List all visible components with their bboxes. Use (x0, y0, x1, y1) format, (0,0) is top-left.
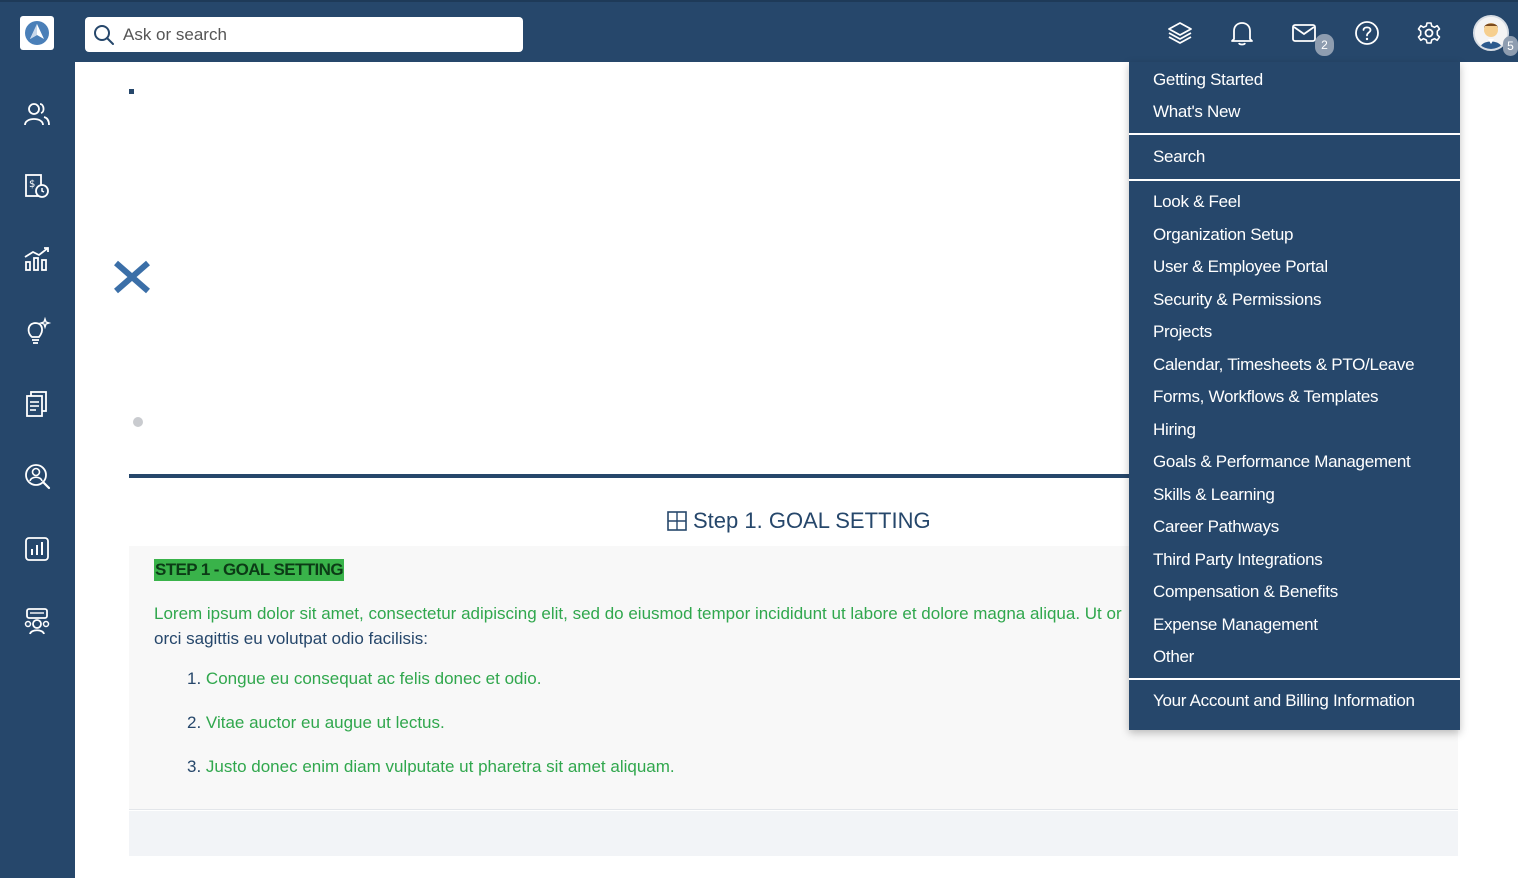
settings-button[interactable] (1414, 16, 1444, 50)
notifications-button[interactable] (1227, 16, 1257, 50)
menu-item-search[interactable]: Search (1153, 147, 1205, 167)
list-item: 1. Congue eu consequat ac felis donec et… (187, 669, 542, 688)
expense-report-icon: $ (25, 174, 49, 198)
menu-item-compensation-benefits[interactable]: Compensation & Benefits (1153, 582, 1338, 602)
sidebar: $ (0, 62, 75, 878)
help-dropdown-menu: Getting Started What's New Search Look &… (1129, 62, 1460, 730)
section-divider (129, 474, 1129, 478)
idea-bulb-icon (27, 316, 52, 344)
menu-divider (1129, 133, 1460, 135)
menu-item-expense-management[interactable]: Expense Management (1153, 615, 1318, 635)
menu-item-look-feel[interactable]: Look & Feel (1153, 192, 1241, 212)
menu-item-third-party-integrations[interactable]: Third Party Integrations (1153, 550, 1323, 570)
table-grid-icon (667, 511, 687, 531)
bar-report-icon (25, 537, 49, 561)
step-title-text: Step 1. GOAL SETTING (693, 508, 931, 533)
mail-icon (1292, 24, 1316, 42)
menu-item-goals-performance[interactable]: Goals & Performance Management (1153, 452, 1411, 472)
description-tail: orci sagittis eu volutpat odio facilisis… (154, 629, 429, 648)
avatar-badge: 5 (1503, 36, 1518, 56)
menu-item-calendar-timesheets[interactable]: Calendar, Timesheets & PTO/Leave (1153, 355, 1415, 375)
menu-item-user-employee-portal[interactable]: User & Employee Portal (1153, 257, 1328, 277)
menu-divider (1129, 179, 1460, 181)
sidebar-performance-button[interactable] (21, 243, 53, 275)
top-bar: 2 5 (0, 0, 1518, 62)
close-icon[interactable] (112, 259, 152, 295)
menu-item-organization-setup[interactable]: Organization Setup (1153, 225, 1293, 245)
sidebar-people-button[interactable] (21, 98, 53, 130)
mail-count-badge: 2 (1315, 34, 1334, 56)
sidebar-expenses-button[interactable]: $ (21, 170, 53, 202)
step-highlight: STEP 1 - GOAL SETTING (154, 559, 344, 581)
search-input[interactable] (123, 24, 503, 45)
documents-icon (26, 391, 47, 417)
sidebar-ideas-button[interactable] (21, 315, 53, 347)
search-icon (94, 24, 114, 45)
app-logo[interactable] (20, 16, 54, 50)
menu-item-getting-started[interactable]: Getting Started (1153, 70, 1263, 90)
panel-footer (129, 811, 1458, 856)
svg-text:$: $ (29, 179, 35, 190)
menu-item-projects[interactable]: Projects (1153, 322, 1212, 342)
sidebar-recruiting-button[interactable] (21, 460, 53, 492)
description-main: Lorem ipsum dolor sit amet, consectetur … (154, 604, 1122, 623)
search-box[interactable] (85, 17, 523, 52)
menu-item-other[interactable]: Other (1153, 647, 1194, 667)
sidebar-documents-button[interactable] (21, 388, 53, 420)
help-icon (1355, 21, 1379, 45)
search-person-icon (25, 464, 51, 490)
logo-icon (25, 21, 49, 45)
team-chat-icon (24, 608, 50, 635)
growth-chart-icon (24, 247, 49, 271)
menu-item-security-permissions[interactable]: Security & Permissions (1153, 290, 1321, 310)
layers-button[interactable] (1165, 16, 1195, 50)
list-item: 3. Justo donec enim diam vulputate ut ph… (187, 757, 675, 776)
step-description: Lorem ipsum dolor sit amet, consectetur … (154, 601, 1154, 651)
step-list: 1. Congue eu consequat ac felis donec et… (187, 669, 675, 801)
gear-icon (1417, 22, 1441, 44)
menu-divider (1129, 678, 1460, 680)
sidebar-team-button[interactable] (21, 605, 53, 637)
people-icon (24, 103, 50, 126)
step-heading: Step 1. GOAL SETTING (667, 508, 931, 534)
menu-item-hiring[interactable]: Hiring (1153, 420, 1196, 440)
help-button[interactable] (1352, 16, 1382, 50)
menu-item-whats-new[interactable]: What's New (1153, 102, 1240, 122)
menu-item-forms-workflows[interactable]: Forms, Workflows & Templates (1153, 387, 1379, 407)
carousel-dot[interactable] (133, 417, 143, 427)
sidebar-reports-button[interactable] (21, 533, 53, 565)
menu-item-account-billing[interactable]: Your Account and Billing Information (1153, 691, 1415, 711)
bell-icon (1231, 22, 1253, 46)
menu-item-career-pathways[interactable]: Career Pathways (1153, 517, 1279, 537)
list-item: 2. Vitae auctor eu augue ut lectus. (187, 713, 445, 732)
list-bullet (129, 89, 134, 94)
layers-icon (1168, 22, 1192, 44)
menu-item-skills-learning[interactable]: Skills & Learning (1153, 485, 1275, 505)
